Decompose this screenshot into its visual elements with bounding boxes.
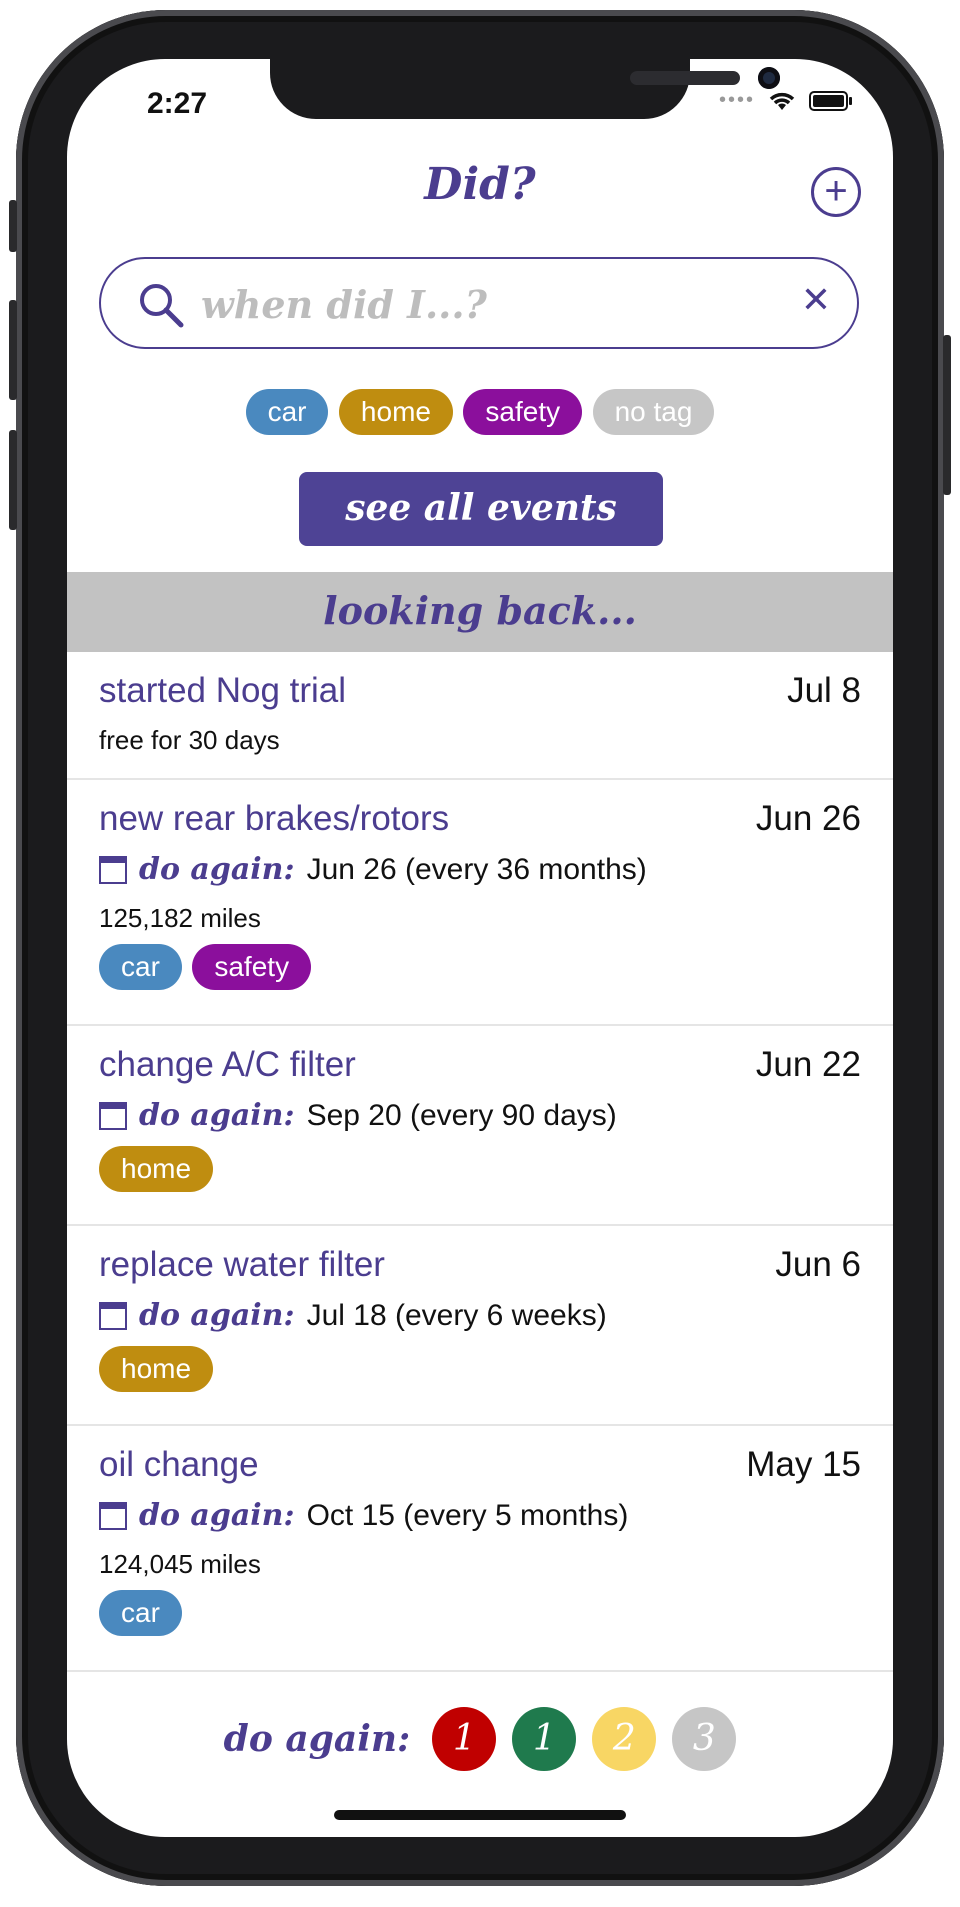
event-tags: home — [99, 1146, 861, 1192]
do-again-value: Jul 18 (every 6 weeks) — [306, 1299, 607, 1332]
event-row[interactable]: replace water filter Jun 6 do again: Jul… — [67, 1226, 893, 1426]
add-event-button[interactable]: + — [811, 167, 861, 217]
notch — [270, 59, 780, 119]
battery-icon — [809, 90, 852, 111]
overdue-count-badge[interactable]: 1 — [432, 1707, 497, 1771]
tag-filter-bar: car home safety no tag — [67, 389, 893, 435]
calendar-icon — [99, 1302, 127, 1330]
event-date: Jun 26 — [755, 799, 861, 838]
event-title: new rear brakes/rotors — [99, 799, 450, 838]
later-count-badge[interactable]: 3 — [672, 1707, 737, 1771]
tag-home: home — [99, 1146, 214, 1192]
do-again-summary: do again: 1 1 2 3 — [67, 1707, 893, 1771]
section-header: looking back... — [67, 572, 893, 652]
event-date: May 15 — [746, 1445, 861, 1484]
status-time: 2:27 — [147, 87, 208, 120]
calendar-icon — [99, 1102, 127, 1130]
see-all-events-button[interactable]: see all events — [299, 472, 663, 546]
event-row[interactable]: change A/C filter Jun 22 do again: Sep 2… — [67, 1026, 893, 1226]
status-icons: •••• — [719, 89, 853, 112]
event-title: started Nog trial — [99, 671, 347, 710]
event-note: free for 30 days — [99, 725, 280, 755]
plus-icon: + — [824, 169, 848, 213]
tag-filter-home[interactable]: home — [338, 389, 453, 435]
app-screen: 2:27 •••• Did? + ✕ car home safety no ta… — [67, 59, 893, 1837]
do-again-summary-label: do again: — [223, 1718, 411, 1760]
volume-down-button — [9, 430, 17, 530]
search-icon — [140, 284, 184, 328]
speaker-grille — [630, 71, 740, 85]
event-tags: car — [99, 1590, 861, 1636]
do-again-value: Jun 26 (every 36 months) — [306, 853, 647, 886]
calendar-icon — [99, 1502, 127, 1530]
tag-filter-car[interactable]: car — [245, 389, 329, 435]
tag-filter-no-tag[interactable]: no tag — [592, 389, 715, 435]
event-list: started Nog trial Jul 8 free for 30 days… — [67, 652, 893, 1672]
event-row[interactable]: started Nog trial Jul 8 free for 30 days — [67, 652, 893, 780]
upcoming-count-badge[interactable]: 1 — [512, 1707, 577, 1771]
mute-switch — [9, 200, 17, 252]
event-row[interactable]: oil change May 15 do again: Oct 15 (ever… — [67, 1426, 893, 1672]
wifi-icon — [769, 92, 795, 110]
tag-car: car — [99, 1590, 182, 1636]
event-tags: car safety — [99, 944, 861, 990]
do-again-label: do again: — [139, 1298, 295, 1333]
signal-icon: •••• — [718, 89, 755, 111]
do-again-label: do again: — [139, 852, 295, 887]
search-bar[interactable]: ✕ — [99, 257, 859, 349]
search-input[interactable] — [199, 275, 763, 333]
event-date: Jul 8 — [787, 671, 861, 710]
tag-safety: safety — [192, 944, 312, 990]
do-again-label: do again: — [139, 1498, 295, 1533]
clear-search-icon[interactable]: ✕ — [801, 279, 831, 321]
do-again-line: do again: Sep 20 (every 90 days) — [99, 1096, 861, 1136]
do-again-value: Oct 15 (every 5 months) — [306, 1499, 629, 1532]
event-row[interactable]: new rear brakes/rotors Jun 26 do again: … — [67, 780, 893, 1026]
volume-up-button — [9, 300, 17, 400]
event-title: replace water filter — [99, 1245, 385, 1284]
event-date: Jun 6 — [775, 1245, 861, 1284]
side-button — [943, 335, 951, 495]
tag-car: car — [99, 944, 182, 990]
home-indicator[interactable] — [334, 1810, 626, 1820]
event-note: 125,182 miles — [99, 903, 261, 933]
tag-filter-safety[interactable]: safety — [463, 389, 583, 435]
do-again-label: do again: — [139, 1098, 295, 1133]
tag-home: home — [99, 1346, 214, 1392]
soon-count-badge[interactable]: 2 — [592, 1707, 657, 1771]
calendar-icon — [99, 856, 127, 884]
event-tags: home — [99, 1346, 861, 1392]
camera — [758, 67, 780, 89]
do-again-value: Sep 20 (every 90 days) — [306, 1099, 617, 1132]
do-again-line: do again: Jul 18 (every 6 weeks) — [99, 1296, 861, 1336]
event-note: 124,045 miles — [99, 1549, 261, 1579]
do-again-line: do again: Oct 15 (every 5 months) — [99, 1496, 861, 1536]
event-date: Jun 22 — [755, 1045, 861, 1084]
app-title: Did? — [424, 159, 536, 210]
do-again-line: do again: Jun 26 (every 36 months) — [99, 850, 861, 890]
event-title: change A/C filter — [99, 1045, 356, 1084]
